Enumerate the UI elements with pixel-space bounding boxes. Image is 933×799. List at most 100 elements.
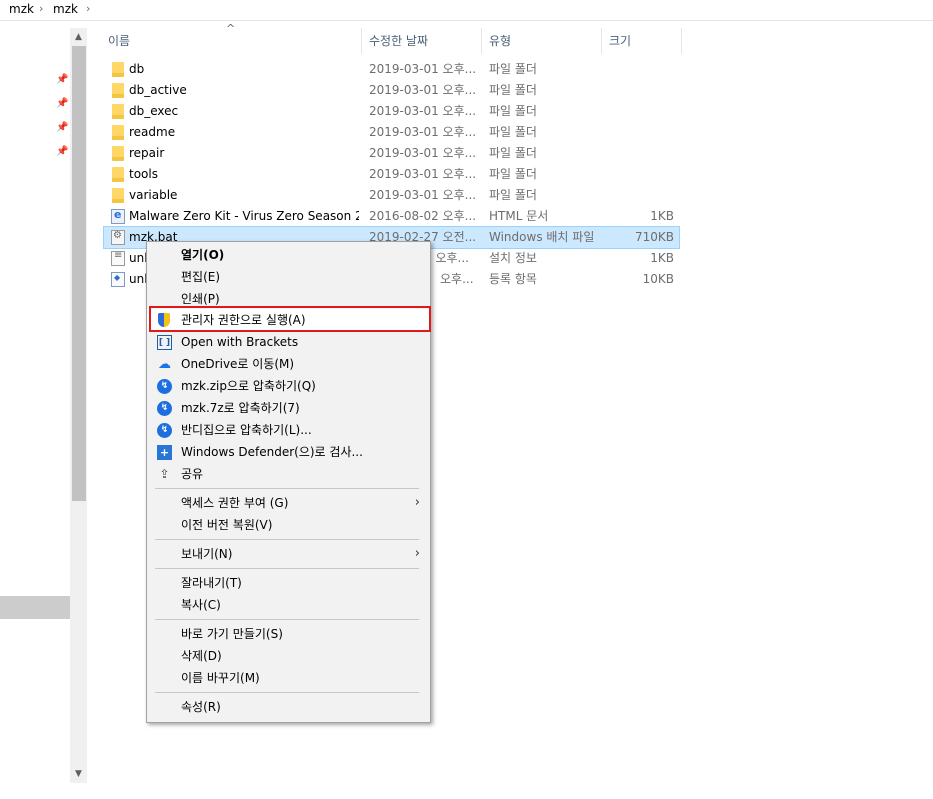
file-name: Malware Zero Kit - Virus Zero Season 2..… — [129, 209, 359, 223]
file-name: repair — [129, 146, 165, 160]
menu-item-compress-7z[interactable]: ↯ mzk.7z로 압축하기(7) — [147, 397, 430, 419]
file-date: 2019-03-01 오후... — [369, 188, 477, 202]
file-name: db — [129, 62, 145, 76]
menu-label: Open with Brackets — [181, 335, 299, 349]
menu-label: 공유 — [181, 467, 204, 481]
submenu-arrow-icon: › — [414, 495, 420, 510]
file-type: 파일 폴더 — [489, 83, 537, 97]
menu-label: 잘라내기(T) — [181, 576, 242, 590]
file-row-tools[interactable]: tools 2019-03-01 오후... 파일 폴더 — [104, 164, 679, 185]
file-type: Windows 배치 파일 — [489, 230, 595, 244]
file-name: variable — [129, 188, 178, 202]
menu-item-cut[interactable]: 잘라내기(T) — [147, 572, 430, 594]
column-header-date[interactable]: 수정한 날짜 — [369, 28, 479, 54]
file-row-variable[interactable]: variable 2019-03-01 오후... 파일 폴더 — [104, 185, 679, 206]
menu-item-restore-versions[interactable]: 이전 버전 복원(V) — [147, 514, 430, 536]
column-divider[interactable] — [601, 28, 602, 54]
column-header-size[interactable]: 크기 — [609, 28, 679, 54]
file-name: db_active — [129, 83, 187, 97]
menu-item-properties[interactable]: 속성(R) — [147, 696, 430, 718]
menu-label: Windows Defender(으)로 검사... — [181, 445, 363, 459]
menu-label: OneDrive로 이동(M) — [181, 357, 295, 371]
menu-item-open-with-brackets[interactable]: [ ] Open with Brackets — [147, 331, 430, 353]
folder-icon — [112, 62, 124, 77]
file-date: 2016-08-02 오후... — [369, 209, 477, 223]
menu-item-copy[interactable]: 복사(C) — [147, 594, 430, 616]
setup-info-icon — [111, 250, 125, 266]
scroll-down-icon[interactable]: ▼ — [70, 766, 87, 782]
file-name: db_exec — [129, 104, 179, 118]
file-row-readme[interactable]: readme 2019-03-01 오후... 파일 폴더 — [104, 122, 679, 143]
share-icon: ⇪ — [159, 467, 170, 481]
file-date: 2019-03-01 오후... — [369, 146, 477, 160]
file-type: 파일 폴더 — [489, 62, 537, 76]
breadcrumb: mzk › mzk › — [0, 0, 933, 21]
column-divider[interactable] — [481, 28, 482, 54]
file-date: 2019-03-01 오후... — [369, 125, 477, 139]
file-row-malware-zero-kit[interactable]: Malware Zero Kit - Virus Zero Season 2..… — [104, 206, 679, 227]
file-size — [604, 59, 674, 80]
file-type: 설치 정보 — [489, 251, 537, 265]
file-size — [604, 143, 674, 164]
pin-icon: 📌 — [56, 98, 69, 109]
scroll-up-icon[interactable]: ▲ — [70, 29, 87, 45]
batch-file-icon — [111, 230, 125, 245]
bandizip-icon: ↯ — [157, 401, 172, 416]
menu-item-create-shortcut[interactable]: 바로 가기 만들기(S) — [147, 623, 430, 645]
bandizip-icon: ↯ — [157, 423, 172, 438]
file-date: 2019-03-01 오후... — [369, 83, 477, 97]
menu-item-share[interactable]: ⇪ 공유 — [147, 463, 430, 485]
file-type: 파일 폴더 — [489, 146, 537, 160]
menu-separator — [155, 619, 419, 620]
menu-item-onedrive[interactable]: ☁ OneDrive로 이동(M) — [147, 353, 430, 375]
onedrive-cloud-icon: ☁ — [158, 357, 171, 372]
menu-separator — [155, 539, 419, 540]
file-row-repair[interactable]: repair 2019-03-01 오후... 파일 폴더 — [104, 143, 679, 164]
file-size: 710KB — [634, 230, 674, 244]
chevron-right-icon: › — [39, 2, 44, 15]
menu-item-give-access[interactable]: 액세스 권한 부여 (G) › — [147, 492, 430, 514]
column-header-name[interactable]: 이름 — [108, 28, 358, 54]
column-divider[interactable] — [361, 28, 362, 54]
submenu-arrow-icon: › — [414, 546, 420, 561]
file-size — [604, 101, 674, 122]
menu-item-rename[interactable]: 이름 바꾸기(M) — [147, 667, 430, 689]
file-date: 2019-03-01 오후... — [369, 62, 477, 76]
menu-item-open[interactable]: 열기(O) — [147, 244, 430, 266]
file-type: 파일 폴더 — [489, 188, 537, 202]
bandizip-icon: ↯ — [157, 379, 172, 394]
menu-label: 편집(E) — [181, 270, 221, 284]
folder-icon — [112, 125, 124, 140]
file-row-db-active[interactable]: db_active 2019-03-01 오후... 파일 폴더 — [104, 80, 679, 101]
menu-item-edit[interactable]: 편집(E) — [147, 266, 430, 288]
menu-label: 액세스 권한 부여 (G) — [181, 496, 289, 510]
file-row-db[interactable]: db 2019-03-01 오후... 파일 폴더 — [104, 59, 679, 80]
brackets-icon: [ ] — [157, 335, 172, 350]
file-size — [604, 164, 674, 185]
menu-label: mzk.zip으로 압축하기(Q) — [181, 379, 316, 393]
menu-item-defender-scan[interactable]: + Windows Defender(으)로 검사... — [147, 441, 430, 463]
breadcrumb-item[interactable]: mzk — [53, 2, 78, 16]
breadcrumb-item[interactable]: mzk — [9, 2, 34, 16]
folder-icon — [112, 188, 124, 203]
menu-item-bandizip[interactable]: ↯ 반디집으로 압축하기(L)... — [147, 419, 430, 441]
file-type: HTML 문서 — [489, 209, 549, 223]
menu-item-send-to[interactable]: 보내기(N) › — [147, 543, 430, 565]
file-date: 2019-03-01 오후... — [369, 104, 477, 118]
menu-label: 삭제(D) — [181, 649, 222, 663]
nav-selected-item[interactable] — [0, 596, 70, 619]
scrollbar-thumb[interactable] — [72, 46, 86, 501]
pin-icon: 📌 — [56, 122, 69, 133]
menu-item-delete[interactable]: 삭제(D) — [147, 645, 430, 667]
chevron-right-icon[interactable]: › — [86, 2, 90, 15]
column-header-type[interactable]: 유형 — [489, 28, 599, 54]
menu-separator — [155, 568, 419, 569]
windows-defender-icon: + — [157, 445, 172, 460]
file-size: 1KB — [650, 209, 674, 223]
menu-item-compress-zip[interactable]: ↯ mzk.zip으로 압축하기(Q) — [147, 375, 430, 397]
registry-file-icon — [111, 272, 125, 287]
column-divider[interactable] — [681, 28, 682, 54]
file-row-db-exec[interactable]: db_exec 2019-03-01 오후... 파일 폴더 — [104, 101, 679, 122]
file-name: readme — [129, 125, 176, 139]
menu-label: 복사(C) — [181, 598, 221, 612]
